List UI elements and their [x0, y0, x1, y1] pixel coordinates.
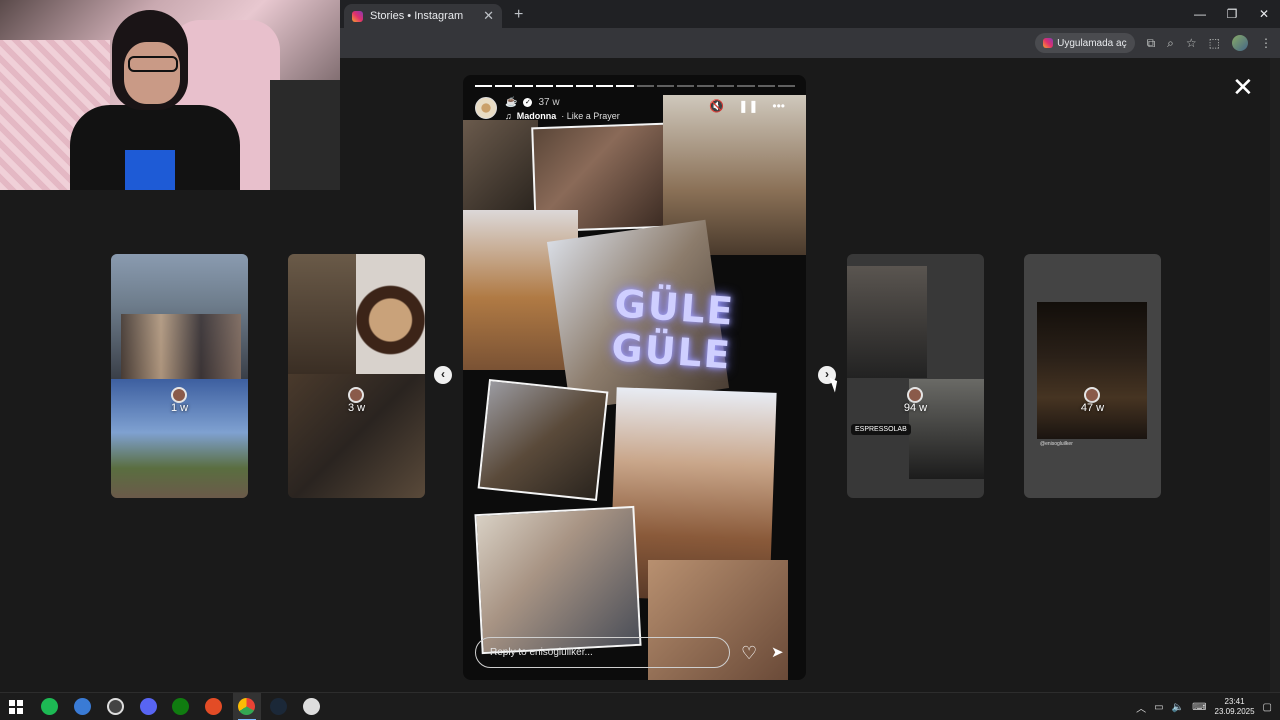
progress-segment [737, 85, 755, 87]
steam-icon[interactable] [270, 698, 287, 715]
send-icon[interactable]: ➤ [771, 643, 784, 661]
keyboard-icon[interactable]: ⌨ [1192, 702, 1206, 713]
story-age: 1 w [170, 402, 189, 414]
progress-segment [515, 85, 533, 87]
close-window-button[interactable]: ✕ [1248, 0, 1280, 28]
like-heart-icon[interactable]: ♡ [741, 643, 757, 664]
story-time: 37 w [538, 97, 560, 108]
story-header: ☕ ✓ 37 w ♫ Madonna · Like a Prayer 🔇 ❚❚ … [475, 95, 795, 123]
story-overlay-text: GÜLE GÜLE [610, 281, 737, 378]
system-tray: ︿ ▭ 🔈 ⌨ 23:41 23.09.2025 ▢ [1136, 693, 1272, 720]
window-controls: — ❐ ✕ [1184, 0, 1280, 28]
story-preview-3[interactable]: 94 w ESPRESSOLAB [847, 254, 984, 498]
zoom-icon[interactable]: ⌕ [1167, 36, 1174, 51]
location-tag: ESPRESSOLAB [851, 424, 911, 435]
progress-segment [777, 85, 795, 87]
progress-segment [475, 85, 493, 87]
progress-segment [575, 85, 594, 87]
tab-bar: Stories • Instagram ✕ + — ❐ ✕ [340, 0, 1280, 28]
story-avatar [907, 387, 923, 403]
progress-segment [555, 85, 573, 87]
story-preview-2[interactable]: 3 w [288, 254, 425, 498]
music-info[interactable]: ♫ Madonna · Like a Prayer [505, 111, 620, 121]
screen: Stories • Instagram ✕ + — ❐ ✕ Uygulamada… [0, 0, 1280, 720]
new-tab-button[interactable]: + [514, 6, 523, 24]
story-preview-1[interactable]: 1 w [111, 254, 248, 498]
discord-icon[interactable] [140, 698, 157, 715]
story-age: 3 w [347, 402, 366, 414]
story-avatar [171, 387, 187, 403]
pause-icon[interactable]: ❚❚ [738, 99, 758, 113]
progress-segment [656, 85, 674, 87]
menu-dots-icon[interactable]: ⋮ [1260, 36, 1272, 50]
reply-input[interactable]: Reply to enisogluilker... [475, 637, 730, 668]
app-icon[interactable] [205, 698, 222, 715]
mute-icon[interactable]: 🔇 [709, 99, 724, 113]
instagram-icon [1043, 38, 1054, 48]
maximize-button[interactable]: ❐ [1216, 0, 1248, 28]
translate-icon[interactable]: ⧉ [1147, 36, 1156, 51]
bookmark-star-icon[interactable]: ☆ [1186, 36, 1197, 50]
taskbar: ︿ ▭ 🔈 ⌨ 23:41 23.09.2025 ▢ [0, 692, 1280, 720]
active-story[interactable]: GÜLE GÜLE ☕ ✓ 37 w ♫ Madonna · Like a Pr… [463, 75, 806, 680]
author-avatar[interactable] [475, 97, 497, 119]
scrollbar[interactable] [1270, 58, 1280, 692]
story-age: 47 w [1080, 402, 1105, 414]
progress-segment [495, 85, 513, 87]
sitting-icon: ☕ [505, 97, 518, 108]
music-song: · Like a Prayer [561, 111, 620, 121]
progress-segment [596, 85, 614, 87]
windows-start-icon[interactable] [9, 700, 23, 714]
volume-icon[interactable]: 🔈 [1172, 702, 1184, 713]
spotify-icon[interactable] [41, 698, 58, 715]
clock-date: 23.09.2025 [1214, 707, 1255, 716]
chrome-icon[interactable] [238, 698, 255, 715]
story-media: GÜLE GÜLE [463, 95, 806, 680]
extensions-icon[interactable]: ⬚ [1209, 36, 1220, 50]
clock-time: 23:41 [1224, 697, 1245, 706]
app-icon[interactable] [107, 698, 124, 715]
music-artist: Madonna [516, 111, 557, 121]
progress-segment [697, 85, 715, 87]
toolbar-actions: Uygulamada aç ⧉ ⌕ ☆ ⬚ ⋮ [1035, 32, 1272, 54]
close-story-button[interactable]: ✕ [1232, 72, 1254, 103]
instagram-icon [352, 10, 363, 22]
tab-close-icon[interactable]: ✕ [483, 8, 494, 24]
tab-instagram-stories[interactable]: Stories • Instagram ✕ [344, 4, 502, 28]
notifications-icon[interactable]: ▢ [1263, 702, 1272, 713]
story-meta: ☕ ✓ 37 w [505, 97, 560, 108]
address-bar: Uygulamada aç ⧉ ⌕ ☆ ⬚ ⋮ [340, 28, 1280, 58]
verified-icon: ✓ [523, 98, 533, 107]
tab-title: Stories • Instagram [370, 10, 464, 22]
progress-segment [717, 85, 735, 87]
webcam-overlay [0, 0, 340, 190]
progress-segment [676, 85, 695, 87]
music-icon: ♫ [505, 111, 512, 121]
story-handle: @enisogluilker [1040, 441, 1073, 447]
minimize-button[interactable]: — [1184, 0, 1216, 28]
story-progress-bar [475, 85, 795, 87]
previous-story-button[interactable]: ‹ [434, 366, 452, 384]
app-icon[interactable] [303, 698, 320, 715]
story-avatar [348, 387, 364, 403]
xbox-icon[interactable] [172, 698, 189, 715]
open-in-app-button[interactable]: Uygulamada aç [1035, 33, 1135, 53]
network-icon[interactable]: ▭ [1154, 702, 1163, 713]
app-icon[interactable] [74, 698, 91, 715]
clock[interactable]: 23:41 23.09.2025 [1215, 697, 1255, 717]
open-in-app-label: Uygulamada aç [1057, 37, 1127, 49]
profile-avatar[interactable] [1232, 35, 1248, 51]
progress-segment [535, 85, 553, 87]
progress-segment [636, 85, 654, 87]
story-controls: 🔇 ❚❚ ••• [709, 99, 785, 113]
progress-segment [757, 85, 775, 87]
chevron-up-icon[interactable]: ︿ [1136, 700, 1146, 715]
more-options-icon[interactable]: ••• [772, 99, 785, 113]
progress-segment [616, 85, 634, 87]
story-age: 94 w [903, 402, 928, 414]
story-avatar [1084, 387, 1100, 403]
story-preview-4[interactable]: 47 w @enisogluilker [1024, 254, 1161, 498]
